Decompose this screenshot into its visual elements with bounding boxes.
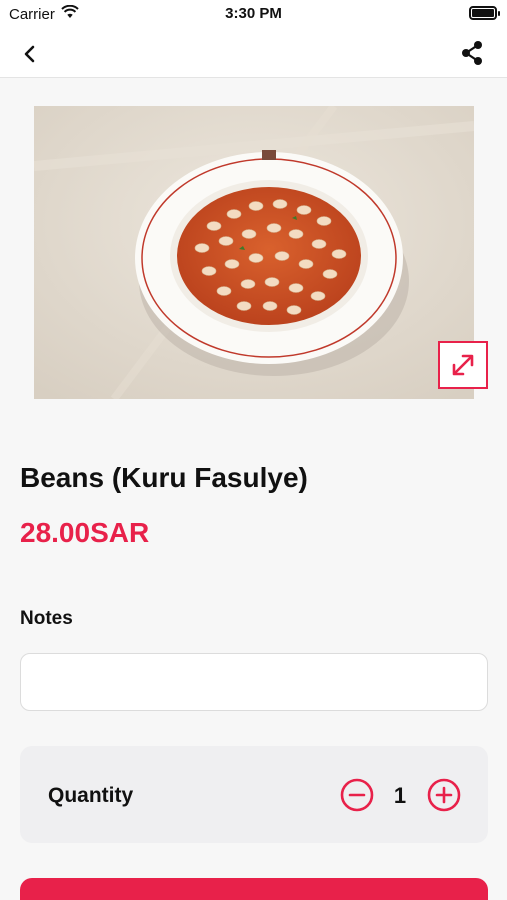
quantity-value: 1	[393, 783, 407, 808]
status-bar: Carrier 3:30 PM	[0, 0, 507, 28]
back-button[interactable]	[16, 40, 44, 68]
share-button[interactable]	[457, 38, 487, 68]
notes-input[interactable]	[20, 653, 488, 711]
plus-circle-icon	[427, 778, 461, 812]
expand-arrows-icon	[452, 354, 474, 376]
product-image[interactable]	[34, 106, 474, 399]
add-to-cart-button[interactable]	[20, 878, 488, 900]
product-price: 28.00SAR	[20, 517, 150, 548]
status-time: 3:30 PM	[225, 5, 282, 22]
chevron-left-icon	[24, 45, 35, 63]
share-icon	[462, 41, 482, 65]
notes-label: Notes	[20, 608, 73, 629]
quantity-stepper: Quantity 1	[20, 746, 488, 843]
product-title: Beans (Kuru Fasulye)	[20, 462, 308, 493]
expand-image-button[interactable]	[438, 341, 488, 389]
nav-bar	[0, 28, 507, 78]
battery-icon	[469, 6, 500, 20]
increase-quantity-button[interactable]	[427, 778, 461, 812]
quantity-label: Quantity	[48, 784, 134, 807]
minus-circle-icon	[340, 778, 374, 812]
decrease-quantity-button[interactable]	[340, 778, 374, 812]
